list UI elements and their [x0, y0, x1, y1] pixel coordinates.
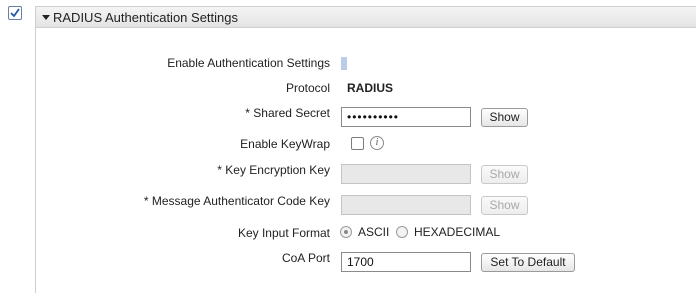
info-icon[interactable]: i — [370, 136, 384, 150]
enable-auth-indicator[interactable] — [341, 57, 347, 70]
section-header[interactable]: RADIUS Authentication Settings — [35, 6, 696, 28]
row-mac-key: * Message Authenticator Code Key Show — [36, 189, 696, 215]
enable-keywrap-label: Enable KeyWrap — [240, 137, 330, 151]
row-key-input-format: Key Input Format ASCII HEXADECIMAL — [36, 221, 696, 245]
shared-secret-label: * Shared Secret — [245, 106, 330, 120]
shared-secret-input[interactable]: •••••••••• — [341, 107, 471, 127]
enable-auth-label: Enable Authentication Settings — [167, 56, 330, 70]
row-shared-secret: * Shared Secret •••••••••• Show — [36, 101, 696, 127]
key-input-format-label: Key Input Format — [237, 226, 330, 240]
mac-key-show-button: Show — [481, 196, 528, 215]
row-enable-keywrap: Enable KeyWrap i — [36, 132, 696, 156]
checkmark-icon — [10, 8, 20, 18]
mac-key-input — [341, 195, 471, 215]
row-enable-auth: Enable Authentication Settings — [36, 51, 696, 75]
mac-key-label: * Message Authenticator Code Key — [143, 194, 330, 208]
protocol-value: RADIUS — [347, 81, 394, 95]
enable-keywrap-checkbox[interactable] — [351, 137, 364, 150]
row-protocol: Protocol RADIUS — [36, 76, 696, 100]
key-encryption-label: * Key Encryption Key — [217, 163, 330, 177]
shared-secret-show-button[interactable]: Show — [481, 108, 528, 127]
coa-port-input[interactable]: 1700 — [341, 252, 471, 272]
set-to-default-button[interactable]: Set To Default — [481, 253, 575, 272]
section-enable-checkbox[interactable] — [8, 6, 22, 20]
triangle-down-icon[interactable] — [42, 15, 50, 20]
protocol-label: Protocol — [285, 81, 330, 95]
section-title: RADIUS Authentication Settings — [53, 10, 238, 25]
key-encryption-input — [341, 164, 471, 184]
key-encryption-show-button: Show — [481, 165, 528, 184]
row-key-encryption: * Key Encryption Key Show — [36, 158, 696, 184]
radio-ascii-label: ASCII — [358, 225, 390, 239]
radio-hexadecimal-label: HEXADECIMAL — [414, 225, 501, 239]
radio-ascii[interactable] — [340, 226, 352, 238]
row-coa-port: CoA Port 1700 Set To Default — [36, 246, 696, 272]
radio-hexadecimal[interactable] — [396, 226, 408, 238]
coa-port-label: CoA Port — [281, 251, 330, 265]
